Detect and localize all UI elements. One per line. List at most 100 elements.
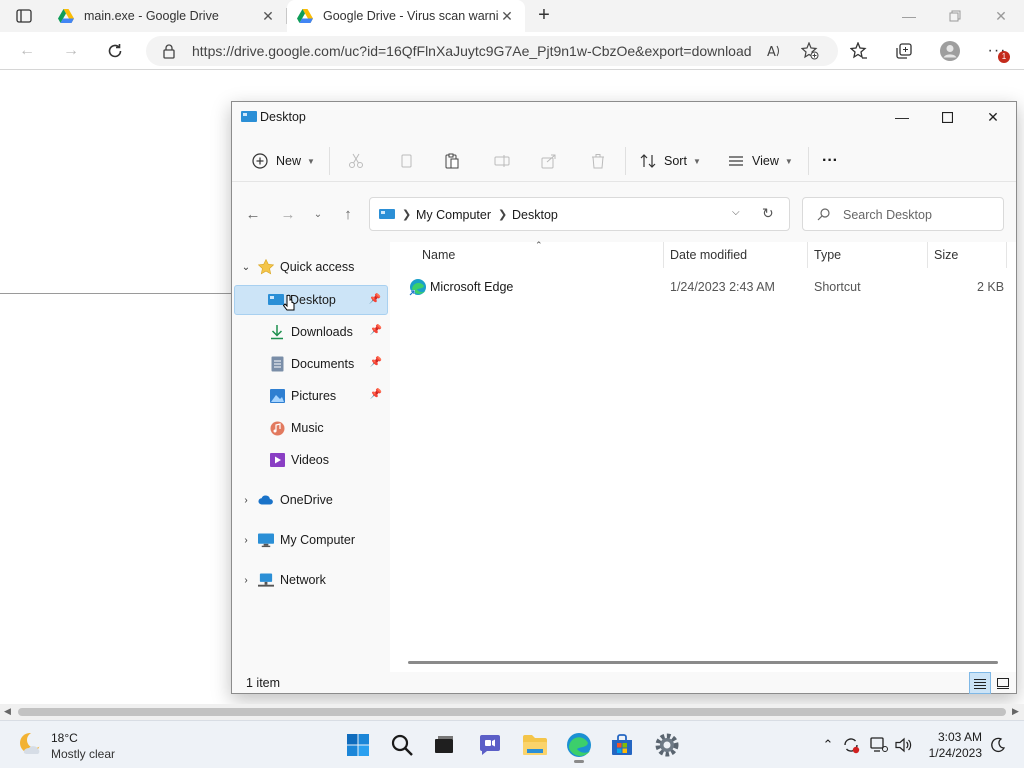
task-view-button[interactable] bbox=[428, 729, 460, 761]
system-clock[interactable]: 3:03 AM 1/24/2023 bbox=[922, 729, 982, 761]
videos-icon bbox=[269, 452, 285, 468]
view-button[interactable]: View ▼ bbox=[728, 148, 793, 174]
new-button[interactable]: New ▼ bbox=[252, 148, 315, 174]
address-bar[interactable]: https://drive.google.com/uc?id=16QfFlnXa… bbox=[146, 36, 838, 66]
chat-icon bbox=[480, 735, 500, 755]
file-type: Shortcut bbox=[814, 280, 861, 294]
browser-minimize-button[interactable]: — bbox=[886, 0, 932, 32]
sidebar-item-pictures[interactable]: Pictures 📌 bbox=[234, 381, 388, 411]
explorer-close-button[interactable]: ✕ bbox=[970, 102, 1016, 132]
network-icon bbox=[258, 572, 274, 588]
refresh-icon[interactable]: ↻ bbox=[762, 205, 774, 222]
column-header-size[interactable]: Size bbox=[934, 248, 958, 262]
scroll-right-icon[interactable]: ▶ bbox=[1012, 706, 1019, 717]
clock-time: 3:03 AM bbox=[937, 730, 982, 744]
explorer-back-button[interactable]: ← bbox=[241, 202, 265, 226]
weather-widget[interactable]: 18°C Mostly clear bbox=[18, 731, 115, 761]
clock-date: 1/24/2023 bbox=[928, 746, 982, 760]
delete-button[interactable] bbox=[590, 148, 606, 174]
teams-chat-button[interactable] bbox=[474, 729, 506, 761]
column-divider[interactable] bbox=[807, 242, 808, 268]
column-header-type[interactable]: Type bbox=[814, 248, 841, 262]
profile-avatar-icon[interactable] bbox=[937, 39, 963, 63]
task-view-icon bbox=[435, 736, 453, 753]
chevron-down-icon: ▼ bbox=[307, 156, 315, 166]
breadcrumb-desktop[interactable]: Desktop bbox=[512, 208, 558, 222]
sort-button[interactable]: Sort ▼ bbox=[640, 148, 701, 174]
start-button[interactable] bbox=[342, 729, 374, 761]
cut-button[interactable] bbox=[348, 148, 364, 174]
explorer-minimize-button[interactable]: — bbox=[879, 102, 925, 132]
copy-button[interactable] bbox=[398, 148, 414, 174]
browser-tab-1[interactable]: main.exe - Google Drive ✕ bbox=[48, 0, 286, 32]
page-horizontal-scrollbar[interactable]: ◀ ▶ bbox=[0, 704, 1024, 720]
browser-tab-2-active[interactable]: Google Drive - Virus scan warnin ✕ bbox=[287, 0, 525, 32]
sidebar-item-onedrive[interactable]: › OneDrive bbox=[234, 485, 388, 515]
sidebar-item-my-computer[interactable]: › My Computer bbox=[234, 525, 388, 555]
refresh-button[interactable] bbox=[102, 38, 128, 64]
tiles-view-button[interactable] bbox=[992, 672, 1014, 694]
search-input[interactable]: Search Desktop bbox=[802, 197, 1004, 231]
pin-icon: 📌 bbox=[369, 389, 382, 400]
edge-taskbar-button[interactable] bbox=[563, 729, 595, 763]
details-view-button[interactable] bbox=[969, 672, 991, 694]
column-divider[interactable] bbox=[927, 242, 928, 268]
taskbar-search-button[interactable] bbox=[386, 729, 418, 761]
read-aloud-icon[interactable]: A bbox=[762, 40, 786, 62]
search-icon bbox=[391, 734, 413, 756]
rename-button[interactable] bbox=[494, 148, 510, 174]
sidebar-item-documents[interactable]: Documents 📌 bbox=[234, 349, 388, 379]
recent-locations-button[interactable]: ⌄ bbox=[306, 202, 330, 226]
browser-close-button[interactable]: ✕ bbox=[978, 0, 1024, 32]
tab-actions-button[interactable] bbox=[10, 6, 38, 26]
back-button[interactable]: ← bbox=[14, 38, 40, 64]
collections-icon[interactable] bbox=[891, 39, 917, 63]
tab-close-button[interactable]: ✕ bbox=[260, 8, 276, 24]
breadcrumb[interactable]: ❯ My Computer ❯ Desktop ⌵ ↻ bbox=[369, 197, 790, 231]
show-hidden-icons-button[interactable]: ⌃ bbox=[818, 735, 838, 755]
breadcrumb-my-computer[interactable]: My Computer bbox=[416, 208, 491, 222]
sidebar-item-network[interactable]: › Network bbox=[234, 565, 388, 595]
sidebar-item-desktop[interactable]: Desktop 📌 bbox=[234, 285, 388, 315]
column-divider[interactable] bbox=[1006, 242, 1007, 268]
settings-taskbar-button[interactable] bbox=[651, 729, 683, 761]
scroll-left-icon[interactable]: ◀ bbox=[4, 706, 11, 717]
column-header-name[interactable]: Name bbox=[422, 248, 455, 262]
content-scrollbar[interactable] bbox=[408, 661, 998, 664]
more-options-button[interactable]: ··· bbox=[822, 148, 838, 174]
column-divider[interactable] bbox=[663, 242, 664, 268]
browser-restore-button[interactable] bbox=[932, 0, 978, 32]
chevron-down-icon[interactable]: ⌵ bbox=[732, 207, 740, 218]
volume-icon[interactable] bbox=[894, 735, 914, 755]
tab-title: Google Drive - Virus scan warnin bbox=[323, 9, 499, 23]
sidebar-item-downloads[interactable]: Downloads 📌 bbox=[234, 317, 388, 347]
tiles-view-icon bbox=[997, 677, 1009, 689]
up-button[interactable]: ↑ bbox=[336, 202, 360, 226]
microsoft-store-button[interactable] bbox=[606, 729, 638, 761]
settings-more-button[interactable]: ··· 1 bbox=[984, 39, 1010, 63]
favorites-icon[interactable] bbox=[846, 39, 872, 63]
table-row[interactable]: Microsoft Edge 1/24/2023 2:43 AM Shortcu… bbox=[390, 276, 1016, 298]
pictures-icon bbox=[269, 388, 285, 404]
tab-close-button[interactable]: ✕ bbox=[499, 8, 515, 24]
add-favorite-icon[interactable] bbox=[798, 40, 822, 62]
weather-moon-icon bbox=[20, 732, 43, 754]
clipboard-icon bbox=[445, 153, 459, 169]
column-header-date[interactable]: Date modified bbox=[670, 248, 747, 262]
share-button[interactable] bbox=[541, 148, 557, 174]
scrollbar-thumb[interactable] bbox=[18, 708, 1006, 716]
explorer-maximize-button[interactable] bbox=[924, 102, 970, 132]
file-explorer-taskbar-button[interactable] bbox=[519, 729, 551, 761]
sync-alert-icon[interactable] bbox=[841, 735, 861, 755]
sidebar-item-music[interactable]: Music bbox=[234, 413, 388, 443]
network-tray-icon[interactable] bbox=[869, 735, 889, 755]
sidebar-item-videos[interactable]: Videos bbox=[234, 445, 388, 475]
paste-button[interactable] bbox=[444, 148, 460, 174]
notification-moon-icon[interactable] bbox=[988, 735, 1008, 755]
forward-button[interactable]: → bbox=[58, 38, 84, 64]
browser-tabstrip: main.exe - Google Drive ✕ Google Drive -… bbox=[0, 0, 1024, 32]
sidebar-item-quick-access[interactable]: ⌄ Quick access bbox=[234, 252, 388, 282]
new-tab-button[interactable]: + bbox=[532, 4, 556, 28]
document-icon bbox=[269, 356, 285, 372]
explorer-forward-button[interactable]: → bbox=[276, 202, 300, 226]
